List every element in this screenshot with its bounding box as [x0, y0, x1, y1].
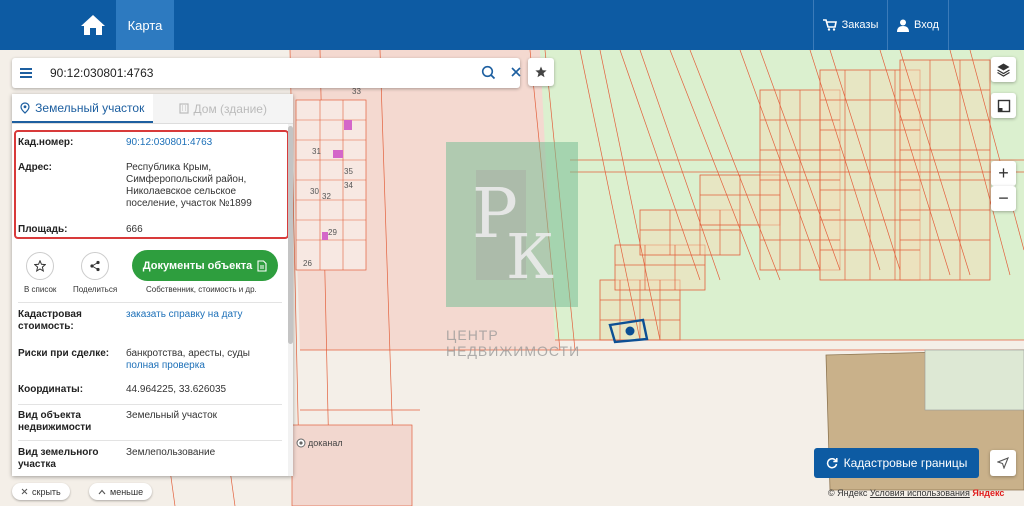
add-to-list-circle	[26, 252, 55, 280]
share-icon	[90, 260, 100, 272]
plot-number: 35	[344, 167, 353, 176]
plot-number: 31	[312, 147, 321, 156]
top-navigation-bar: Карта Заказы Вход	[0, 0, 1024, 50]
area-value: 666	[126, 224, 143, 235]
cad-cost-label: Кадастровая стоимость:	[18, 309, 82, 332]
login-label: Вход	[914, 19, 939, 31]
scrollbar-thumb[interactable]	[288, 126, 293, 344]
location-pin-icon	[20, 101, 30, 114]
less-label: меньше	[110, 486, 144, 497]
risks-value: банкротства, аресты, суды	[126, 348, 250, 359]
object-tabs: Земельный участок Дом (здание)	[12, 94, 293, 124]
watermark-line-2: НЕДВИЖИМОСТИ	[446, 343, 581, 359]
land-type-label: Вид земельного участка	[18, 447, 99, 470]
orders-button[interactable]: Заказы	[813, 0, 887, 50]
star-outline-icon	[34, 260, 47, 272]
share-circle	[81, 252, 110, 280]
cad-number-label: Кад.номер:	[18, 137, 74, 148]
star-icon	[535, 66, 547, 78]
orders-label: Заказы	[841, 19, 879, 31]
address-value: Республика Крым, Симферопольский район, …	[126, 162, 252, 209]
object-info-panel: Земельный участок Дом (здание) Кад.номер…	[12, 94, 293, 476]
plot-number: 26	[303, 259, 312, 268]
frame-icon	[997, 99, 1010, 112]
area-label: Площадь:	[18, 224, 68, 235]
hide-label: скрыть	[32, 486, 61, 497]
plot-number: 30	[310, 187, 319, 196]
poi-vodokanal[interactable]: доканал	[296, 438, 343, 448]
home-icon	[81, 15, 105, 35]
full-check-link[interactable]: полная проверка	[126, 360, 276, 372]
yandex-logo: Яндекс	[972, 488, 1005, 498]
search-icon[interactable]	[481, 65, 496, 80]
zoom-in-button[interactable]: +	[991, 161, 1016, 186]
cad-number-link[interactable]: 90:12:030801:4763	[126, 137, 276, 149]
plot-number: 34	[344, 181, 353, 190]
map-tab[interactable]: Карта	[116, 0, 174, 50]
tab-building[interactable]: Дом (здание)	[152, 94, 293, 123]
copyright-text: © Яндекс	[828, 488, 868, 498]
search-input[interactable]: 90:12:030801:4763	[50, 66, 153, 80]
geolocation-button[interactable]	[990, 450, 1016, 476]
close-icon	[21, 488, 28, 495]
cart-icon	[822, 19, 837, 31]
object-type-value: Земельный участок	[126, 410, 218, 421]
address-label: Адрес:	[18, 162, 52, 173]
coordinates-value: 44.964225, 33.626035	[126, 384, 227, 395]
cadastral-borders-button[interactable]: Кадастровые границы	[814, 448, 979, 478]
pin-icon	[296, 438, 306, 448]
divider	[18, 440, 282, 441]
share-label: Поделиться	[73, 285, 118, 294]
terms-link[interactable]: Условия использования	[870, 488, 970, 498]
share-button[interactable]: Поделиться	[73, 252, 117, 294]
hide-panel-button[interactable]: скрыть	[12, 483, 70, 500]
poi-label: доканал	[308, 438, 343, 448]
chevron-up-icon	[98, 489, 106, 494]
panel-scrollbar[interactable]	[288, 124, 293, 476]
watermark-logo: Р К	[446, 142, 578, 307]
user-icon	[897, 19, 910, 32]
navigation-arrow-icon	[997, 457, 1009, 469]
cad-cost-link[interactable]: заказать справку на дату	[126, 309, 276, 321]
divider	[18, 404, 282, 405]
favorite-button[interactable]	[528, 58, 554, 86]
refresh-icon	[826, 457, 838, 469]
divider	[18, 302, 282, 303]
add-to-list-button[interactable]: В список	[24, 252, 56, 294]
login-button[interactable]: Вход	[887, 0, 949, 50]
cadastral-borders-label: Кадастровые границы	[843, 456, 968, 470]
tab-land-plot[interactable]: Земельный участок	[12, 94, 153, 123]
plot-number: 29	[328, 228, 337, 237]
home-button[interactable]	[70, 0, 116, 50]
building-icon	[178, 103, 189, 114]
coordinates-label: Координаты:	[18, 384, 84, 395]
plot-number: 33	[352, 87, 361, 96]
documents-button[interactable]: Документы объекта	[132, 250, 278, 281]
documents-button-label: Документы объекта	[142, 259, 253, 272]
land-type-value: Землепользование	[126, 447, 216, 458]
menu-icon[interactable]	[18, 65, 34, 81]
tab-land-plot-label: Земельный участок	[35, 100, 145, 115]
plot-number: 32	[322, 192, 331, 201]
document-icon	[257, 259, 267, 272]
layers-icon	[997, 63, 1010, 77]
watermark-line-1: ЦЕНТР	[446, 327, 499, 343]
risks-label: Риски при сделке:	[18, 348, 110, 359]
add-to-list-label: В список	[24, 285, 57, 294]
watermark-text: ЦЕНТР НЕДВИЖИМОСТИ	[446, 327, 580, 359]
map-footer: © Яндекс Условия использования Яндекс	[828, 488, 1004, 498]
close-icon[interactable]	[509, 65, 523, 79]
fullscreen-button[interactable]	[991, 93, 1016, 118]
object-type-label: Вид объекта недвижимости	[18, 410, 92, 433]
svg-text:К: К	[506, 220, 554, 293]
layers-button[interactable]	[991, 57, 1016, 82]
rk-logo-graphic: Р К	[472, 170, 554, 293]
zoom-out-button[interactable]: −	[991, 186, 1016, 211]
documents-subtitle: Собственник, стоимость и др.	[146, 285, 257, 294]
collapse-panel-button[interactable]: меньше	[89, 483, 153, 500]
search-bar: 90:12:030801:4763	[12, 58, 523, 88]
tab-building-label: Дом (здание)	[193, 101, 267, 116]
